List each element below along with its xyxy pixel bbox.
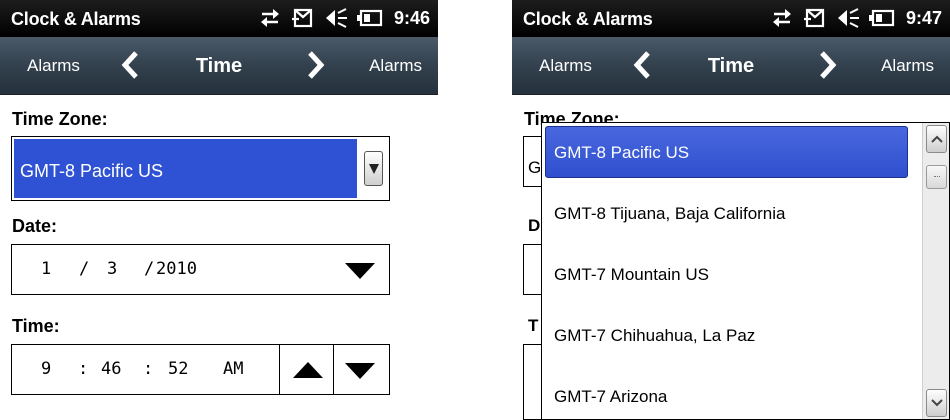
status-bar: Clock & Alarms 9:46: [0, 0, 438, 37]
time-second[interactable]: 52: [168, 359, 188, 379]
scrollbar-thumb[interactable]: [926, 165, 947, 189]
date-picker-obscured: [523, 244, 543, 295]
message-icon[interactable]: [291, 7, 315, 29]
time-settings-screen: Clock & Alarms 9:46 Alarms Time Alarms T…: [0, 0, 438, 420]
dropdown-option[interactable]: GMT-7 Mountain US: [542, 245, 910, 306]
status-clock[interactable]: 9:47: [906, 8, 942, 29]
date-day[interactable]: 3: [107, 259, 117, 279]
time-zone-value: GMT-8 Pacific US: [20, 161, 164, 181]
dropdown-option[interactable]: GMT-8 Pacific US: [542, 123, 910, 184]
chevron-right-icon[interactable]: [818, 50, 838, 85]
time-separator: :: [143, 359, 154, 379]
battery-icon[interactable]: [356, 7, 383, 29]
date-year[interactable]: 2010: [156, 259, 197, 279]
time-zone-select[interactable]: GMT-8 Pacific US: [11, 136, 390, 201]
time-settings-screen-dropdown-open: Clock & Alarms 9:47 Alarms Time Alarms T…: [512, 0, 950, 420]
obscured-text: T: [528, 316, 539, 335]
app-title: Clock & Alarms: [11, 9, 141, 29]
date-picker[interactable]: 1 / 3 / 2010: [11, 244, 390, 295]
navigation-bar: Alarms Time Alarms: [512, 37, 950, 95]
scroll-down-icon[interactable]: [926, 389, 947, 417]
chevron-right-icon[interactable]: [306, 50, 326, 85]
volume-icon[interactable]: [324, 7, 348, 29]
sync-icon[interactable]: [770, 7, 794, 29]
status-clock[interactable]: 9:46: [394, 8, 430, 29]
volume-icon[interactable]: [836, 7, 860, 29]
dropdown-option[interactable]: GMT-8 Tijuana, Baja California: [542, 184, 910, 245]
date-month[interactable]: 1: [41, 259, 51, 279]
message-icon[interactable]: [803, 7, 827, 29]
time-picker-obscured: [523, 344, 543, 420]
app-title: Clock & Alarms: [523, 9, 653, 29]
time-zone-dropdown-button[interactable]: [364, 151, 383, 186]
time-zone-dropdown-list[interactable]: GMT-8 Pacific US GMT-8 Tijuana, Baja Cal…: [541, 122, 950, 420]
time-hour[interactable]: 9: [41, 359, 51, 379]
navigation-bar: Alarms Time Alarms: [0, 37, 438, 95]
obscured-text: D: [528, 216, 541, 235]
time-zone-label: Time Zone:: [12, 109, 108, 129]
status-bar: Clock & Alarms 9:47: [512, 0, 950, 37]
time-minute[interactable]: 46: [101, 359, 121, 379]
obscured-text: G: [528, 158, 542, 177]
time-separator: :: [78, 359, 89, 379]
time-label: Time:: [12, 316, 60, 336]
sync-icon[interactable]: [258, 7, 282, 29]
dropdown-arrow-icon: [369, 164, 379, 174]
dropdown-option[interactable]: GMT-7 Chihuahua, La Paz: [542, 306, 910, 367]
date-separator: /: [144, 259, 155, 279]
next-page-label[interactable]: Alarms: [369, 56, 422, 76]
time-picker[interactable]: 9 : 46 : 52 AM: [11, 344, 390, 395]
dropdown-scrollbar[interactable]: [922, 123, 949, 419]
date-label: Date:: [12, 216, 58, 236]
battery-icon[interactable]: [868, 7, 895, 29]
spin-down-icon[interactable]: [345, 363, 375, 384]
next-page-label[interactable]: Alarms: [881, 56, 934, 76]
chevron-down-icon[interactable]: [345, 263, 375, 284]
date-separator: /: [79, 259, 90, 279]
scroll-up-icon[interactable]: [926, 125, 947, 153]
spin-up-icon[interactable]: [293, 362, 323, 383]
dropdown-option[interactable]: GMT-7 Arizona: [542, 367, 910, 420]
time-ampm[interactable]: AM: [223, 359, 243, 379]
